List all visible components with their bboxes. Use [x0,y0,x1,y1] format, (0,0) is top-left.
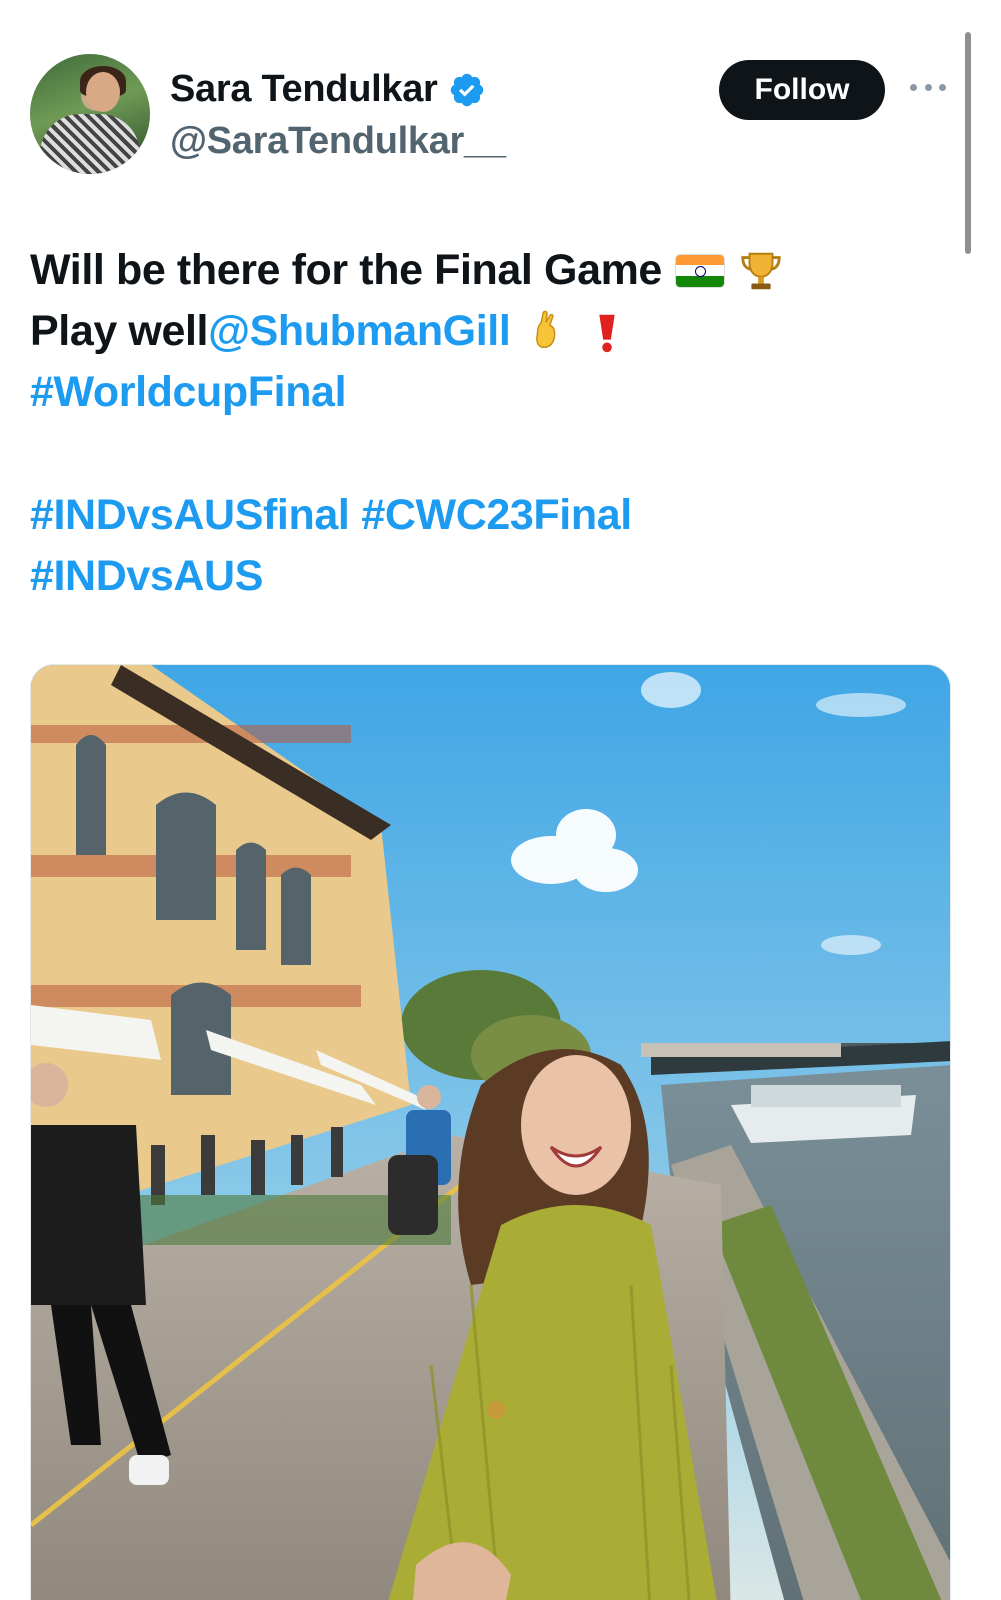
more-dot [939,83,946,91]
tweet-photo[interactable] [30,664,951,1600]
tweet-line-3: #WorldcupFinal [30,362,960,423]
heavy-exclamation-icon [599,314,616,352]
tweet-line-5: #INDvsAUS [30,546,960,607]
tweet-header: Sara Tendulkar @SaraTendulkar__ Follow [30,54,960,176]
india-flag-icon [675,254,724,287]
scrollbar[interactable] [965,32,971,254]
avatar[interactable] [30,54,150,174]
hashtag-link[interactable]: #CWC23Final [361,485,632,546]
tweet-line-4: #INDvsAUSfinal #CWC23Final [30,485,960,546]
tweet-line-2: Play well @ShubmanGill [30,301,960,362]
verified-badge-icon [450,73,483,106]
mention-link[interactable]: @ShubmanGill [208,301,511,362]
more-dot [924,83,932,91]
more-options-icon[interactable] [910,80,946,94]
tweet-text: Will be there for the Final Game Play we… [30,240,960,607]
trophy-icon [741,252,781,289]
tweet-text-segment: Play well [30,307,209,355]
photo-illustration [31,665,950,1600]
name-row: Sara Tendulkar [170,68,486,111]
avatar-body [40,114,140,174]
tweet-text-segment: Will be there for the Final Game [30,246,662,294]
crossed-fingers-icon [536,310,556,348]
hashtag-link[interactable]: #WorldcupFinal [30,362,347,423]
avatar-head [86,72,120,112]
display-name[interactable]: Sara Tendulkar [170,68,438,111]
user-handle[interactable]: @SaraTendulkar__ [170,120,506,163]
tweet-line-1: Will be there for the Final Game [30,240,960,301]
follow-button[interactable]: Follow [719,60,885,120]
hashtag-link[interactable]: #INDvsAUSfinal [30,485,350,546]
more-dot [910,83,917,91]
hashtag-link[interactable]: #INDvsAUS [30,546,263,607]
